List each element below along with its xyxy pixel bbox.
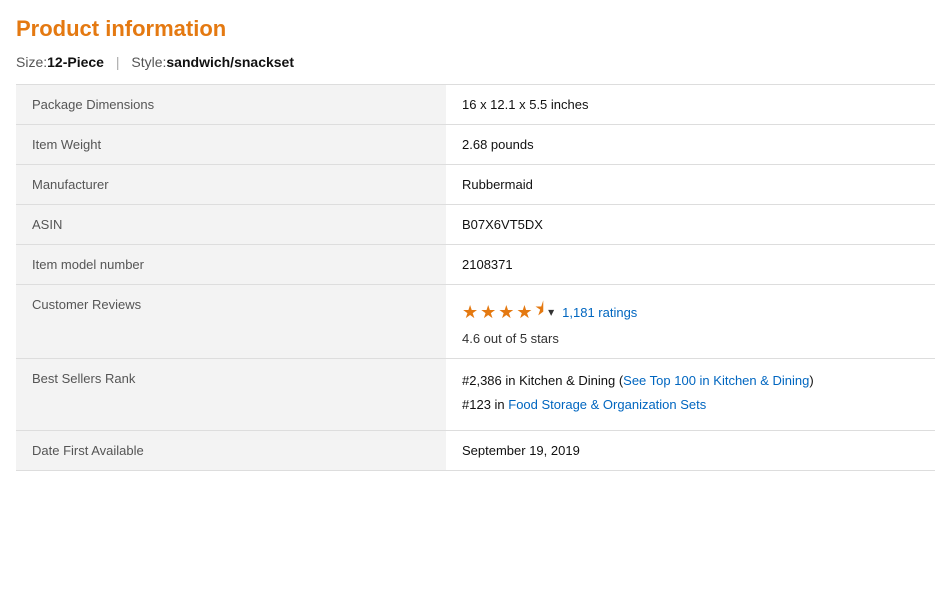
size-label: Size: <box>16 54 47 70</box>
product-meta: Size:12-Piece | Style:sandwich/snackset <box>16 54 935 70</box>
star-rating: ★ ★ ★ ★ ⯨ <box>462 297 544 327</box>
row-value: 2108371 <box>446 245 935 285</box>
rank1-link[interactable]: See Top 100 in Kitchen & Dining <box>623 373 809 388</box>
style-value: sandwich/snackset <box>166 54 294 70</box>
star-2: ★ <box>480 302 496 323</box>
row-value: B07X6VT5DX <box>446 205 935 245</box>
table-row: Item model number 2108371 <box>16 245 935 285</box>
rank1-prefix: #2,386 in Kitchen & Dining ( <box>462 373 623 388</box>
row-label: ASIN <box>16 205 446 245</box>
style-label: Style: <box>131 54 166 70</box>
table-row: ASIN B07X6VT5DX <box>16 205 935 245</box>
row-value: 2.68 pounds <box>446 125 935 165</box>
star-1: ★ <box>462 302 478 323</box>
date-label: Date First Available <box>16 431 446 471</box>
size-value: 12-Piece <box>47 54 104 70</box>
reviews-value: ★ ★ ★ ★ ⯨ ▾ 1,181 ratings 4.6 out of 5 s… <box>446 285 935 359</box>
row-label: Package Dimensions <box>16 85 446 125</box>
customer-reviews-row: Customer Reviews ★ ★ ★ ★ ⯨ ▾ 1,181 ratin… <box>16 285 935 359</box>
row-label: Item Weight <box>16 125 446 165</box>
meta-separator: | <box>116 54 120 70</box>
rank2-link[interactable]: Food Storage & Organization Sets <box>508 397 706 412</box>
table-row: Manufacturer Rubbermaid <box>16 165 935 205</box>
row-label: Item model number <box>16 245 446 285</box>
table-row: Package Dimensions 16 x 12.1 x 5.5 inche… <box>16 85 935 125</box>
date-value: September 19, 2019 <box>446 431 935 471</box>
page-title: Product information <box>16 16 935 42</box>
best-sellers-label: Best Sellers Rank <box>16 359 446 431</box>
star-5-half: ⯨ <box>535 297 545 327</box>
dropdown-icon[interactable]: ▾ <box>548 305 554 319</box>
row-label: Manufacturer <box>16 165 446 205</box>
rank-line-2: #123 in Food Storage & Organization Sets <box>462 395 919 415</box>
star-3: ★ <box>498 302 514 323</box>
stars-text: 4.6 out of 5 stars <box>462 331 919 346</box>
row-value: 16 x 12.1 x 5.5 inches <box>446 85 935 125</box>
rank-line-1: #2,386 in Kitchen & Dining (See Top 100 … <box>462 371 919 391</box>
rank1-suffix: ) <box>809 373 813 388</box>
ratings-link[interactable]: 1,181 ratings <box>562 305 637 320</box>
date-row: Date First Available September 19, 2019 <box>16 431 935 471</box>
best-sellers-row: Best Sellers Rank #2,386 in Kitchen & Di… <box>16 359 935 431</box>
row-value: Rubbermaid <box>446 165 935 205</box>
star-4: ★ <box>516 302 532 323</box>
product-info-table: Package Dimensions 16 x 12.1 x 5.5 inche… <box>16 84 935 471</box>
best-sellers-value: #2,386 in Kitchen & Dining (See Top 100 … <box>446 359 935 431</box>
table-row: Item Weight 2.68 pounds <box>16 125 935 165</box>
reviews-label: Customer Reviews <box>16 285 446 359</box>
rank2-prefix: #123 in <box>462 397 508 412</box>
